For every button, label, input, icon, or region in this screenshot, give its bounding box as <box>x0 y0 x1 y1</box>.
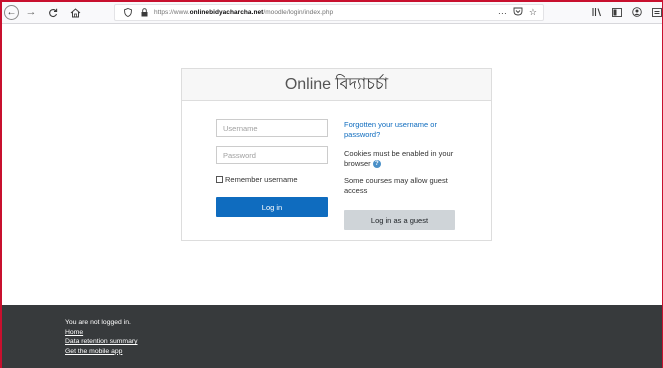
forward-icon[interactable]: → <box>23 5 39 21</box>
login-help-column: Forgotten your username or password? Coo… <box>344 120 464 196</box>
remember-username-checkbox[interactable] <box>216 176 223 183</box>
bookmark-star-icon[interactable]: ☆ <box>529 7 537 18</box>
password-input[interactable] <box>216 146 328 164</box>
footer-link-mobile-app[interactable]: Get the mobile app <box>65 347 138 357</box>
footer-link-data-retention[interactable]: Data retention summary <box>65 337 138 347</box>
lock-icon[interactable] <box>141 8 149 18</box>
url-prefix: https://www. <box>154 9 190 16</box>
url-bar[interactable]: https://www.onlinebidyacharcha.net/moodl… <box>114 4 544 21</box>
browser-window: ← → https://www.onlinebidyacharcha.net/m… <box>0 0 663 368</box>
url-domain: onlinebidyacharcha.net <box>189 9 264 16</box>
back-icon[interactable]: ← <box>4 5 19 20</box>
url-actions: ··· ☆ <box>498 7 537 18</box>
account-icon[interactable] <box>632 6 642 18</box>
guest-login-button[interactable]: Log in as a guest <box>344 210 455 230</box>
remember-username[interactable]: Remember username <box>216 175 298 184</box>
footer-content: You are not logged in. Home Data retenti… <box>65 318 138 356</box>
more-actions-button[interactable]: ··· <box>498 8 507 18</box>
guest-access-note: Some courses may allow guest access <box>344 176 448 195</box>
sidebar-icon[interactable] <box>612 6 622 18</box>
site-name-latin: Online <box>284 75 332 93</box>
home-icon[interactable] <box>67 5 83 21</box>
reload-icon[interactable] <box>45 5 61 21</box>
site-name-header: Online বিদ্যাচর্চা <box>182 69 491 101</box>
library-icon[interactable] <box>592 6 602 18</box>
help-icon[interactable]: ? <box>372 160 381 169</box>
pocket-icon[interactable] <box>513 7 523 18</box>
forgot-credentials-link[interactable]: Forgotten your username or password? <box>344 120 464 140</box>
page-footer: You are not logged in. Home Data retenti… <box>2 305 662 368</box>
site-name-bengali: বিদ্যাচর্চা <box>335 76 389 93</box>
remember-username-label[interactable]: Remember username <box>225 175 298 184</box>
shield-icon[interactable] <box>123 8 133 18</box>
username-input[interactable] <box>216 119 328 137</box>
browser-tools <box>592 6 662 18</box>
cookies-notice: Cookies must be enabled in your browser … <box>344 149 464 169</box>
browser-toolbar: ← → https://www.onlinebidyacharcha.net/m… <box>2 2 662 24</box>
login-button[interactable]: Log in <box>216 197 328 217</box>
cookies-notice-text: Cookies must be enabled in your browser <box>344 149 454 168</box>
login-status-text: You are not logged in. <box>65 319 131 326</box>
footer-link-home[interactable]: Home <box>65 328 138 338</box>
login-card: Online বিদ্যাচর্চা Remember username Log… <box>181 68 492 241</box>
reader-icon[interactable] <box>652 6 662 18</box>
url-text[interactable]: https://www.onlinebidyacharcha.net/moodl… <box>154 9 333 16</box>
page-content: Online বিদ্যাচর্চা Remember username Log… <box>2 25 662 368</box>
url-path: /moodle/login/index.php <box>263 9 334 16</box>
